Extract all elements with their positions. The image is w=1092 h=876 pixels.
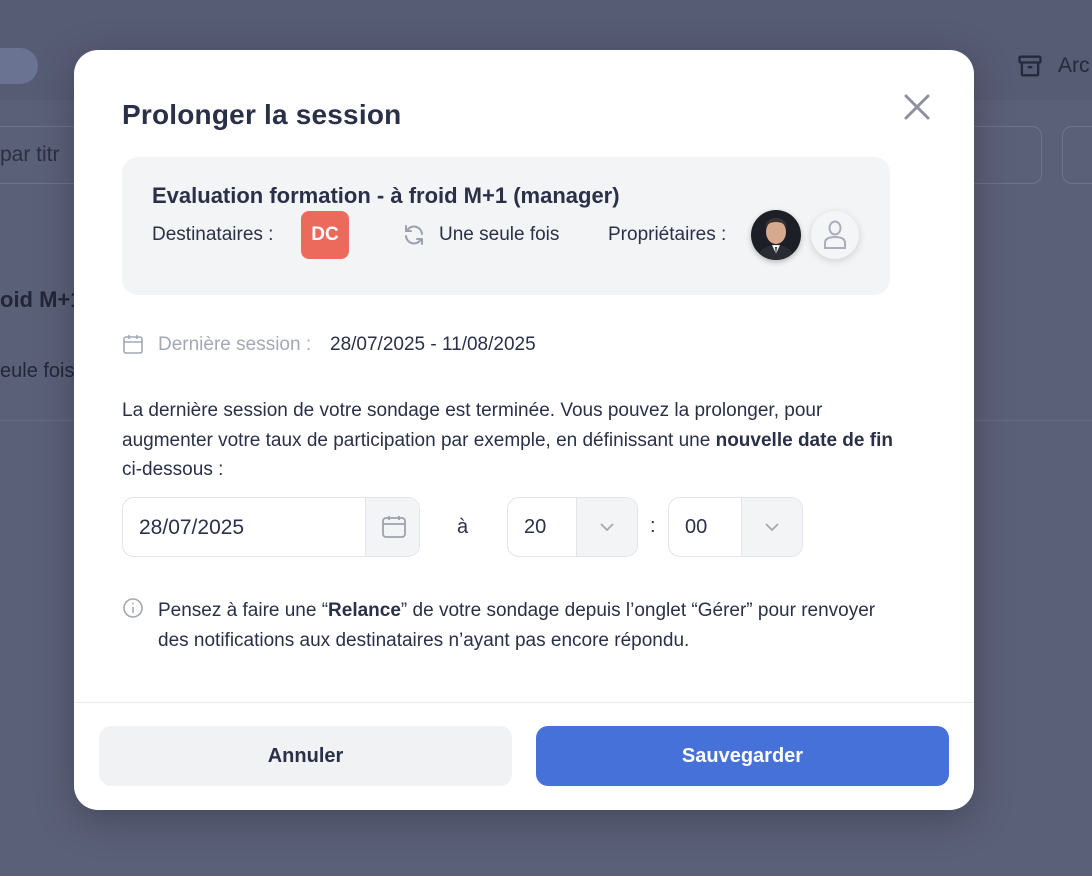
recurrence-label: Une seule fois xyxy=(439,224,560,245)
minute-select[interactable]: 00 xyxy=(668,497,803,557)
at-label: à xyxy=(457,516,469,538)
add-owner-user-icon[interactable] xyxy=(811,211,859,259)
background-date-filter xyxy=(1062,126,1092,184)
extend-description: La dernière session de votre sondage est… xyxy=(122,396,912,485)
survey-title: Evaluation formation - à froid M+1 (mana… xyxy=(152,183,620,208)
modal-title: Prolonger la session xyxy=(122,99,402,130)
minute-dropdown-button[interactable] xyxy=(741,498,802,556)
extend-session-modal: Prolonger la session Evaluation formatio… xyxy=(74,50,974,810)
hour-value: 20 xyxy=(524,516,547,538)
info-icon xyxy=(123,598,143,618)
time-separator: : xyxy=(650,515,656,537)
save-button[interactable]: Sauvegarder xyxy=(536,726,949,786)
background-row-title: oid M+1 xyxy=(0,287,83,312)
last-session-label: Dernière session : xyxy=(158,334,312,355)
background-archive-label: Arc xyxy=(1058,54,1090,77)
recipients-label: Destinataires : xyxy=(152,224,274,245)
owner-avatar[interactable] xyxy=(751,210,801,260)
minute-value: 00 xyxy=(685,516,708,538)
chevron-down-icon xyxy=(765,523,779,532)
info-text-emphasis: Relance xyxy=(328,600,401,621)
hour-select[interactable]: 20 xyxy=(507,497,638,557)
hour-dropdown-button[interactable] xyxy=(576,498,637,556)
calendar-icon xyxy=(382,516,406,538)
end-date-field[interactable]: 28/07/2025 xyxy=(122,497,420,557)
cancel-button[interactable]: Annuler xyxy=(99,726,512,786)
archive-icon xyxy=(1018,55,1042,77)
date-picker-button[interactable] xyxy=(365,498,419,556)
footer-divider xyxy=(74,702,974,703)
last-session-value: 28/07/2025 - 11/08/2025 xyxy=(330,334,536,355)
close-icon[interactable] xyxy=(902,92,932,122)
info-text: Pensez à faire une “Relance” de votre so… xyxy=(158,596,908,655)
recipient-badge[interactable]: DC xyxy=(301,211,349,259)
info-text-start: Pensez à faire une “ xyxy=(158,600,329,621)
description-text-end: ci-dessous : xyxy=(122,459,224,480)
refresh-icon xyxy=(405,225,423,245)
background-pill xyxy=(0,48,38,84)
owners-label: Propriétaires : xyxy=(608,224,727,245)
background-row-subtitle: eule fois xyxy=(0,360,75,382)
end-date-value[interactable]: 28/07/2025 xyxy=(139,516,244,540)
calendar-icon xyxy=(123,335,143,354)
chevron-down-icon xyxy=(600,523,614,532)
description-emphasis: nouvelle date de fin xyxy=(715,429,893,451)
survey-summary-card: Evaluation formation - à froid M+1 (mana… xyxy=(122,157,890,295)
background-search-placeholder: par titr xyxy=(0,143,60,166)
